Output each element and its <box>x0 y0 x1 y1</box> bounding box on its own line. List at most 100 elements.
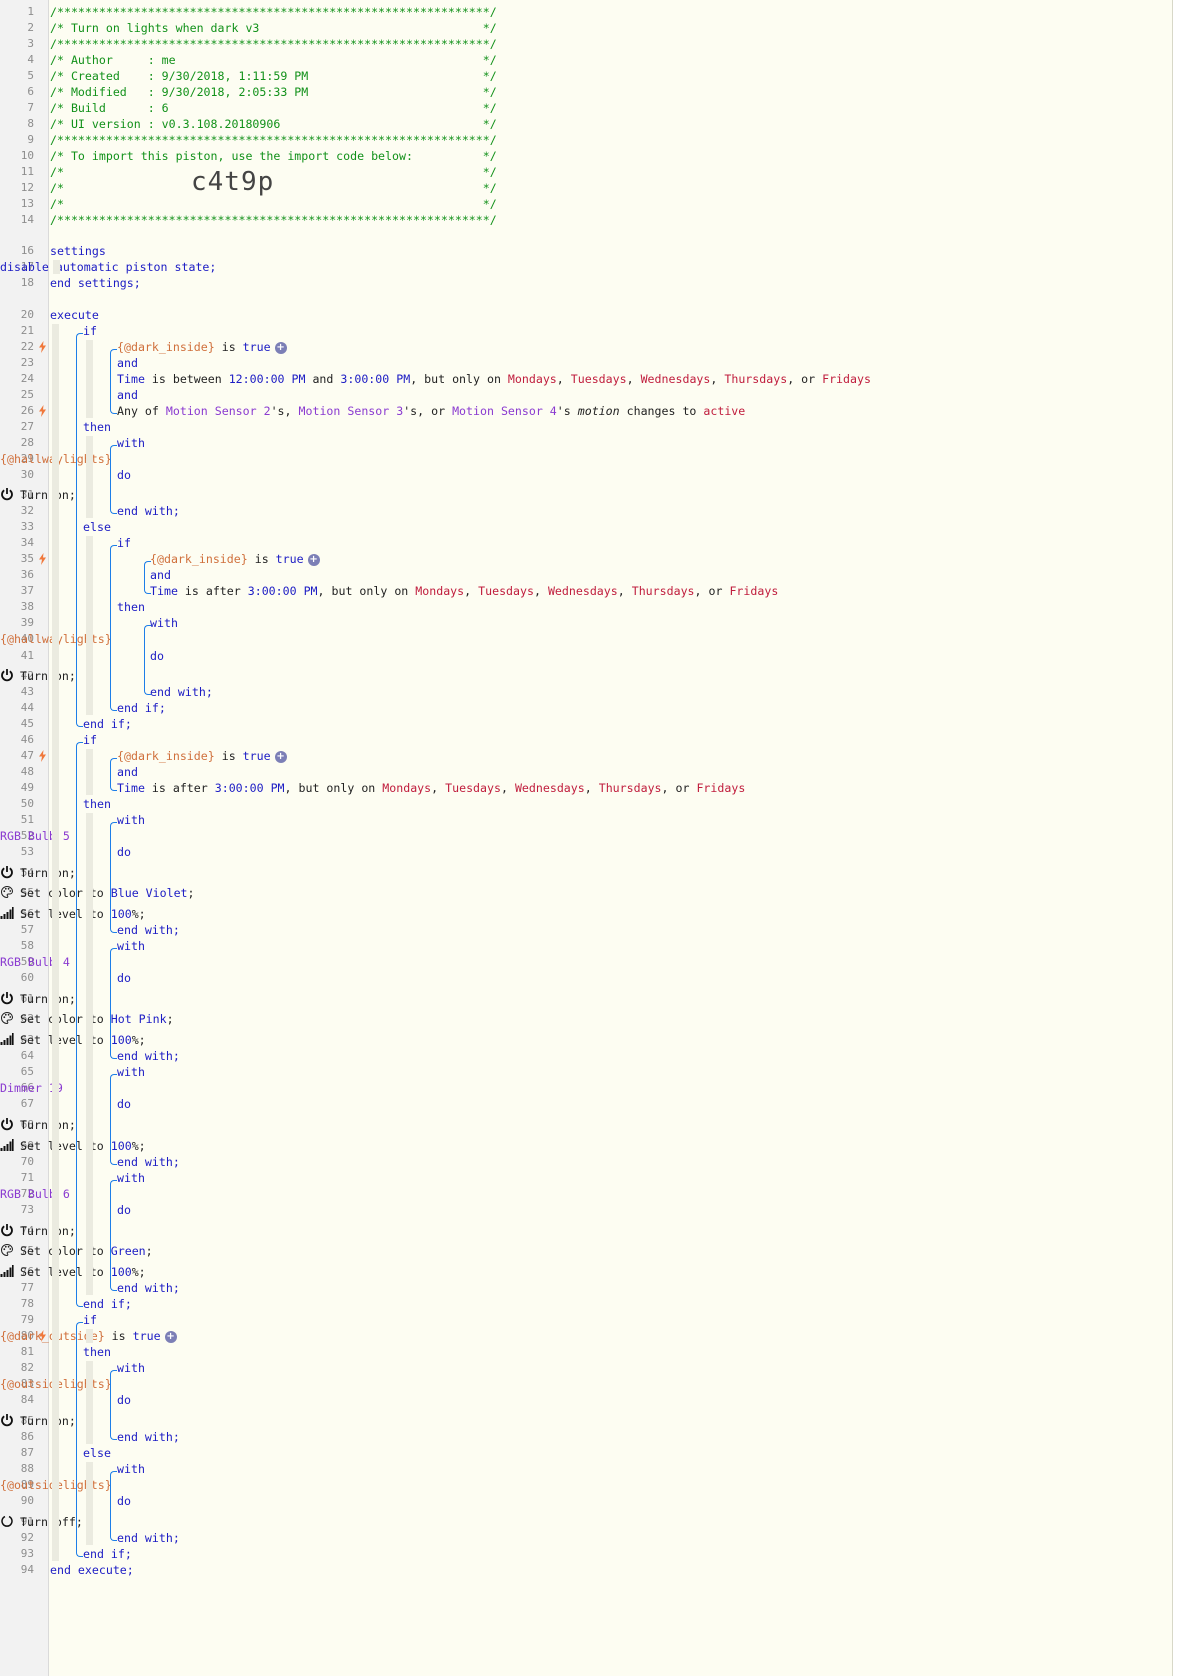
code-line-74[interactable]: 74 Turn on; <box>0 1222 1170 1240</box>
import-code: c4t9p <box>191 167 275 197</box>
code-text: Turn on; <box>20 1224 76 1238</box>
value-color_green: Green <box>110 1244 146 1258</box>
indent-bar <box>86 436 93 518</box>
power-icon <box>1 488 13 501</box>
power-icon <box>1 1224 13 1237</box>
code-line-84[interactable]: 84 do <box>0 1391 1170 1409</box>
line-number: 18 <box>20 276 34 289</box>
code-text: ; <box>145 1244 153 1258</box>
true-value: true <box>132 1329 161 1343</box>
code-text: is after <box>177 584 248 598</box>
code-line-90[interactable]: 90 do <box>0 1492 1170 1510</box>
code-text: , <box>500 781 515 795</box>
code-line-75[interactable]: 75 Set color to Green; <box>0 1242 1170 1260</box>
variable-dark_inside: {@dark_inside} <box>150 552 248 566</box>
level-bars-icon <box>0 907 14 919</box>
add-condition-icon[interactable]: + <box>164 1330 177 1343</box>
level-bars-icon <box>0 1033 14 1045</box>
code-line-62[interactable]: 62 Set color to Hot Pink; <box>0 1010 1170 1028</box>
device-rgb6: RGB Bulb 6 <box>0 1187 70 1201</box>
time-keyword: Time <box>117 781 145 795</box>
code-line-53[interactable]: 53 do <box>0 843 1170 861</box>
value-level: 100 <box>110 907 132 921</box>
keyword-end_if: end if; <box>83 1297 132 1311</box>
code-text: , <box>464 584 479 598</box>
block-guide <box>144 630 145 689</box>
code-text: is <box>214 340 243 354</box>
add-condition-icon[interactable]: + <box>274 750 287 763</box>
code-line-60[interactable]: 60 do <box>0 969 1170 987</box>
line-number: 60 <box>20 971 34 984</box>
block-guide <box>110 1079 111 1159</box>
level-bars-icon <box>0 1139 14 1151</box>
keyword-with: with <box>117 1171 145 1185</box>
code-text: Turn on; <box>20 1118 76 1132</box>
keyword-with: with <box>117 1462 145 1476</box>
code-text: , or <box>694 584 730 598</box>
block-guide <box>110 507 117 514</box>
block-guide <box>76 1550 83 1557</box>
block-guide <box>110 354 111 408</box>
code-line-94[interactable]: 94 end execute; <box>0 1561 1170 1579</box>
code-line-55[interactable]: 55 Set color to Blue Violet; <box>0 884 1170 902</box>
value-t_3: 3:00:00 PM <box>214 781 285 795</box>
keyword-if: if <box>117 536 131 550</box>
value-color_hot_pink: Hot Pink <box>110 1012 167 1026</box>
keyword-do: do <box>117 845 131 859</box>
header-comment-line: /***************************************… <box>50 213 497 227</box>
code-text: , <box>431 781 446 795</box>
add-condition-icon[interactable]: + <box>274 341 287 354</box>
variable-dark_inside: {@dark_inside} <box>117 749 215 763</box>
code-line-18[interactable]: 18 end settings; <box>0 274 1170 292</box>
keyword-do: do <box>117 971 131 985</box>
block-guide <box>110 953 111 1053</box>
code-line-61[interactable]: 61 Turn on; <box>0 990 1170 1008</box>
code-text: changes to <box>619 404 704 418</box>
block-guide <box>110 550 111 705</box>
keyword-end_execute: end execute; <box>50 1563 134 1577</box>
header-comment-line: /***************************************… <box>50 37 497 51</box>
code-line-40[interactable]: 40{@hallwaylights} <box>0 630 1170 648</box>
palette-icon <box>1 1243 14 1257</box>
block-guide <box>110 545 117 552</box>
block-guide <box>76 1327 77 1551</box>
keyword-end_with: end with; <box>117 1430 180 1444</box>
block-guide <box>76 1300 83 1307</box>
block-guide <box>110 1370 117 1377</box>
header-comment-line: /* Build : 6 */ <box>50 101 497 115</box>
block-guide <box>76 338 77 721</box>
indent-bar <box>86 1329 93 1343</box>
day-value: Mondays <box>382 781 432 795</box>
header-comment-line: /***************************************… <box>50 133 497 147</box>
code-text: is <box>247 552 276 566</box>
keyword-then: then <box>83 797 111 811</box>
code-line-30[interactable]: 30 do <box>0 466 1170 484</box>
code-line-14[interactable]: 14 /*************************************… <box>0 211 1170 229</box>
code-line-67[interactable]: 67 do <box>0 1095 1170 1113</box>
code-text: %; <box>131 907 146 921</box>
code-line-54[interactable]: 54 Turn on; <box>0 864 1170 882</box>
code-line-68[interactable]: 68 Turn on; <box>0 1116 1170 1134</box>
code-line-41[interactable]: 41 do <box>0 647 1170 665</box>
keyword-end_with: end with; <box>117 504 180 518</box>
value-t_12: 12:00:00 PM <box>228 372 306 386</box>
keyword-with: with <box>117 813 145 827</box>
value-level: 100 <box>110 1139 132 1153</box>
keyword-with: with <box>117 1361 145 1375</box>
day-value: Mondays <box>507 372 557 386</box>
setting-disable-state: disable automatic piston state; <box>0 260 217 274</box>
palette-icon <box>1 1011 14 1025</box>
block-guide <box>110 1375 111 1434</box>
block-guide <box>110 1074 117 1081</box>
code-line-73[interactable]: 73 do <box>0 1201 1170 1219</box>
keyword-do: do <box>117 1494 131 1508</box>
header-comment-line: /***************************************… <box>50 5 497 19</box>
keyword-and: and <box>117 356 138 370</box>
keyword-end_if: end if; <box>83 717 132 731</box>
time-keyword: Time <box>117 372 145 386</box>
add-condition-icon[interactable]: + <box>307 553 320 566</box>
code-text: , but only on <box>284 781 383 795</box>
trigger-bolt-icon <box>39 341 46 353</box>
block-guide <box>144 566 145 588</box>
day-value: Wednesdays <box>547 584 618 598</box>
